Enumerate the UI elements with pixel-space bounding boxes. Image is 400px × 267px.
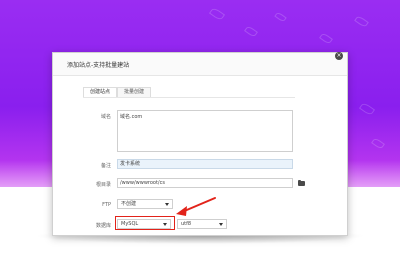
note-input[interactable]: 发卡系统 xyxy=(117,159,293,169)
tab-create-site[interactable]: 创建站点 xyxy=(83,87,118,97)
form-panel: 域名 域名.com 备注 发卡系统 根目录 /www/wwwroot/cs FT… xyxy=(83,97,305,235)
chevron-down-icon xyxy=(165,203,169,206)
db-charset-value: utf8 xyxy=(181,221,192,227)
domain-textarea[interactable]: 域名.com xyxy=(117,110,293,152)
db-label: 数据库 xyxy=(95,223,111,229)
domain-label: 域名 xyxy=(100,114,111,120)
dialog-titlebar: 添加站点-支持批量建站 xyxy=(53,53,347,76)
ftp-value: 不创建 xyxy=(121,201,137,207)
root-label: 根目录 xyxy=(95,182,111,188)
root-input[interactable]: /www/wwwroot/cs xyxy=(117,178,293,188)
dialog-title: 添加站点-支持批量建站 xyxy=(67,62,130,69)
note-value: 发卡系统 xyxy=(120,161,141,167)
highlight-box xyxy=(115,216,175,230)
close-icon[interactable]: × xyxy=(335,52,343,60)
domain-value: 域名.com xyxy=(120,114,143,120)
ftp-label: FTP xyxy=(102,202,111,208)
folder-icon[interactable] xyxy=(298,180,305,186)
db-charset-select[interactable]: utf8 xyxy=(177,219,227,229)
tabs: 创建站点 批量创建 xyxy=(83,87,152,97)
ftp-select[interactable]: 不创建 xyxy=(117,199,173,209)
tab-label: 批量创建 xyxy=(124,89,145,95)
add-site-dialog: 添加站点-支持批量建站 创建站点 批量创建 域名 域名.com 备注 发卡系统 … xyxy=(52,52,348,236)
note-label: 备注 xyxy=(100,163,111,169)
tab-batch-create[interactable]: 批量创建 xyxy=(117,87,152,97)
tab-label: 创建站点 xyxy=(90,89,111,95)
chevron-down-icon xyxy=(219,223,223,226)
root-value: /www/wwwroot/cs xyxy=(120,180,165,186)
